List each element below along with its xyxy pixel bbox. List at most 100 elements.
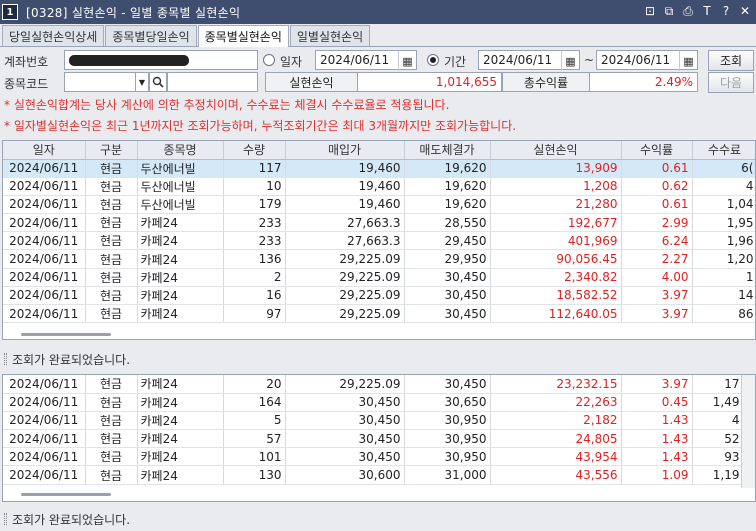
cell-sell-price: 30,450	[404, 304, 491, 324]
horizontal-scrollbar-bottom[interactable]	[21, 493, 111, 496]
table-row[interactable]: 2024/06/11 현금 카페24 97 29,225.09 30,450 112,640…	[3, 304, 755, 324]
cell-sell-price: 19,620	[404, 159, 491, 178]
title-tools: ⊡ ⧉ ⎙ T ? ✕	[643, 3, 752, 19]
cell-fee: 1	[692, 268, 755, 287]
cell-stock-name: 카페24	[137, 447, 224, 467]
splitter-grip-bottom-icon[interactable]	[4, 513, 7, 525]
cell-sell-price: 28,550	[404, 213, 491, 233]
cell-type: 현금	[85, 177, 138, 196]
cell-return-rate: 0.61	[621, 195, 693, 215]
table-row[interactable]: 2024/06/11 현금 카페24 101 30,450 30,950 43,954 1.4…	[3, 447, 744, 467]
tab-stock-daily-pnl[interactable]: 종목별당일손익	[105, 25, 197, 46]
col-stock-name[interactable]: 종목명	[137, 141, 224, 160]
table-row[interactable]: 2024/06/11 현금 카페24 5 30,450 30,950 2,182 1.43 4	[3, 411, 744, 431]
col-realized-pnl[interactable]: 실현손익	[490, 141, 622, 160]
vertical-scrollbar-bottom[interactable]	[741, 375, 755, 488]
cell-realized-pnl: 24,805	[490, 429, 622, 449]
stock-code-input[interactable]	[64, 72, 136, 92]
calendar-icon[interactable]: ▦	[398, 51, 416, 71]
cell-return-rate: 1.09	[621, 465, 693, 485]
cell-realized-pnl: 192,677	[490, 213, 622, 233]
cell-sell-price: 30,450	[404, 286, 491, 306]
cell-date: 2024/06/11	[3, 411, 86, 431]
col-type[interactable]: 구분	[85, 141, 138, 160]
query-button[interactable]: 조회	[708, 50, 754, 71]
restore-icon[interactable]: ⊡	[643, 3, 657, 19]
calendar-to-icon[interactable]: ▦	[679, 51, 697, 71]
cell-fee: 14	[692, 286, 755, 306]
font-size-icon[interactable]: T	[700, 3, 714, 19]
cell-fee: 52	[692, 429, 744, 449]
query-row-1: 계좌번호 일자 2024/06/11 ▦ 기간 2024/06/11 ▦ ~ 2…	[0, 50, 756, 72]
help-icon[interactable]: ?	[719, 3, 733, 19]
cell-return-rate: 1.43	[621, 429, 693, 449]
cell-quantity: 233	[223, 213, 286, 233]
col-return-rate[interactable]: 수익률	[621, 141, 693, 160]
table-row[interactable]: 2024/06/11 현금 카페24 2 29,225.09 30,450 2,340.82…	[3, 268, 755, 287]
table-row[interactable]: 2024/06/11 현금 카페24 57 30,450 30,950 24,805 1.43…	[3, 429, 744, 449]
table-row[interactable]: 2024/06/11 현금 카페24 16 29,225.09 30,450 18,582.…	[3, 286, 755, 306]
splitter-grip-icon[interactable]	[4, 353, 7, 365]
cell-date: 2024/06/11	[3, 268, 86, 287]
cell-realized-pnl: 90,056.45	[490, 249, 622, 269]
cell-stock-name: 카페24	[137, 231, 224, 251]
col-buy-price[interactable]: 매입가	[285, 141, 405, 160]
link-window-icon[interactable]: ⧉	[662, 3, 676, 19]
cell-buy-price: 30,600	[285, 465, 405, 485]
cell-buy-price: 29,225.09	[285, 286, 405, 306]
table-row[interactable]: 2024/06/11 현금 두산에너빌 179 19,460 19,620 21,280 0.…	[3, 195, 755, 215]
horizontal-scrollbar-top[interactable]	[21, 333, 111, 336]
cell-type: 현금	[85, 429, 138, 449]
search-icon[interactable]	[149, 72, 167, 92]
cell-buy-price: 29,225.09	[285, 375, 405, 394]
cell-return-rate: 3.97	[621, 375, 693, 394]
col-sell-price[interactable]: 매도체결가	[404, 141, 491, 160]
print-icon[interactable]: ⎙	[681, 3, 695, 19]
account-input[interactable]	[64, 50, 258, 70]
calendar-from-icon[interactable]: ▦	[561, 51, 579, 71]
result-grid-bottom[interactable]: 2024/06/11 현금 카페24 20 29,225.09 30,450 23,232.…	[2, 374, 756, 502]
cell-fee: 4	[692, 411, 744, 431]
cell-quantity: 16	[223, 286, 286, 306]
cell-quantity: 97	[223, 304, 286, 324]
tab-daily-realized-pnl[interactable]: 일별실현손익	[289, 25, 371, 46]
cell-sell-price: 30,950	[404, 411, 491, 431]
radio-period[interactable]	[427, 54, 439, 66]
table-row[interactable]: 2024/06/11 현금 카페24 164 30,450 30,650 22,263 0.4…	[3, 393, 744, 412]
cell-date: 2024/06/11	[3, 304, 86, 324]
table-row[interactable]: 2024/06/11 현금 카페24 233 27,663.3 28,550 192,677…	[3, 213, 755, 233]
cell-return-rate: 0.45	[621, 393, 693, 412]
cell-buy-price: 19,460	[285, 159, 405, 178]
status-message-top: 조회가 완료되었습니다.	[12, 352, 131, 367]
col-quantity[interactable]: 수량	[223, 141, 286, 160]
cell-buy-price: 29,225.09	[285, 304, 405, 324]
cell-fee: 93	[692, 447, 744, 467]
cell-realized-pnl: 2,182	[490, 411, 622, 431]
cell-buy-price: 27,663.3	[285, 213, 405, 233]
table-row[interactable]: 2024/06/11 현금 카페24 20 29,225.09 30,450 23,232.…	[3, 375, 744, 394]
next-button[interactable]: 다음	[708, 72, 754, 93]
table-row[interactable]: 2024/06/11 현금 두산에너빌 10 19,460 19,620 1,208 0.62…	[3, 177, 755, 196]
cell-realized-pnl: 18,582.52	[490, 286, 622, 306]
radio-date[interactable]	[263, 54, 275, 66]
cell-stock-name: 카페24	[137, 249, 224, 269]
col-fee[interactable]: 수수료	[692, 141, 755, 160]
realized-value: 1,014,655	[357, 72, 502, 92]
table-row[interactable]: 2024/06/11 현금 카페24 233 27,663.3 29,450 401,969…	[3, 231, 755, 251]
cell-type: 현금	[85, 375, 138, 394]
stock-dropdown-icon[interactable]: ▼	[135, 72, 149, 92]
table-row[interactable]: 2024/06/11 현금 두산에너빌 117 19,460 19,620 13,909 0.…	[3, 159, 755, 178]
close-icon[interactable]: ✕	[738, 3, 752, 19]
cell-buy-price: 30,450	[285, 429, 405, 449]
col-date[interactable]: 일자	[3, 141, 86, 160]
window-title: [0328] 실현손익 - 일별 종목별 실현손익	[26, 5, 241, 20]
tab-stock-realized-pnl[interactable]: 종목별실현손익	[197, 25, 289, 47]
cell-stock-name: 카페24	[137, 213, 224, 233]
cell-buy-price: 29,225.09	[285, 249, 405, 269]
table-row[interactable]: 2024/06/11 현금 카페24 130 30,600 31,000 43,556 1.0…	[3, 465, 744, 485]
tab-daily-realized-detail[interactable]: 당일실현손익상세	[2, 25, 105, 46]
cell-date: 2024/06/11	[3, 375, 86, 394]
result-grid-top[interactable]: 일자 구분 종목명 수량 매입가 매도체결가 실현손익 수익률 수수료 2024…	[2, 140, 756, 340]
cell-quantity: 130	[223, 465, 286, 485]
table-row[interactable]: 2024/06/11 현금 카페24 136 29,225.09 29,950 90,056…	[3, 249, 755, 269]
